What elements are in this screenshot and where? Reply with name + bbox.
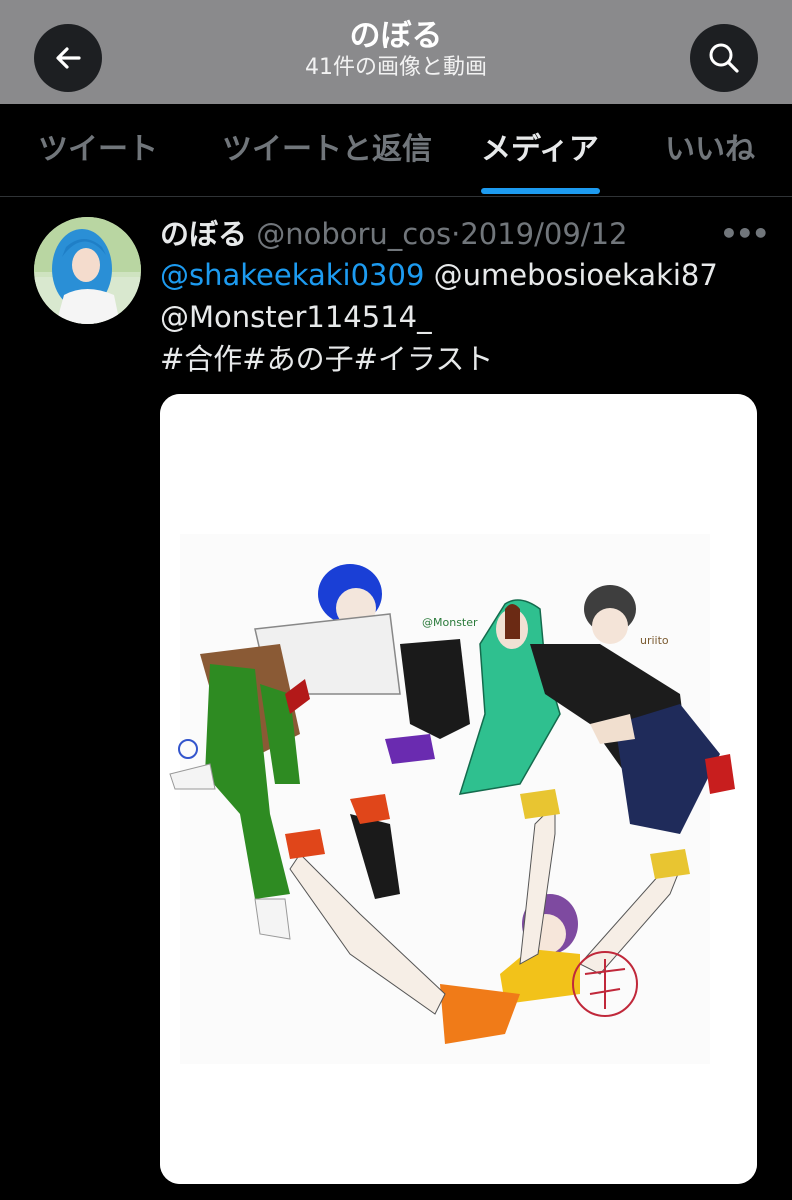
separator: · — [451, 217, 461, 251]
profile-tabs: ツイート ツイートと返信 メディア いいね — [0, 104, 792, 197]
more-icon: ••• — [720, 217, 770, 250]
tweet-text: @shakeekaki0309 @umebosioekaki87 @Monste… — [160, 254, 760, 380]
active-tab-indicator — [481, 188, 600, 194]
tab-tweets[interactable]: ツイート — [38, 104, 158, 196]
author-name[interactable]: のぼる — [160, 217, 247, 251]
mention-link[interactable]: @shakeekaki0309 — [160, 258, 424, 292]
profile-title: のぼる — [349, 18, 443, 54]
tweet-media-image[interactable]: @Monster uriito — [160, 394, 757, 1184]
search-icon — [709, 43, 739, 73]
tab-likes[interactable]: いいね — [665, 104, 755, 196]
signature-left: @Monster — [422, 616, 478, 629]
tab-tweets-and-replies[interactable]: ツイートと返信 — [222, 104, 432, 196]
avatar[interactable] — [34, 217, 141, 324]
mention-text[interactable]: @umebosioekaki87 — [434, 258, 718, 292]
top-bar: のぼる 41件の画像と動画 — [0, 0, 792, 104]
tweet-date[interactable]: 2019/09/12 — [460, 217, 627, 251]
mention-text[interactable]: @Monster114514_ — [160, 300, 432, 334]
search-button[interactable] — [690, 24, 758, 92]
hashtags[interactable]: #合作#あの子#イラスト — [160, 342, 493, 376]
tweet-header: のぼる @noboru_cos·2019/09/12 — [160, 212, 627, 256]
signature-right: uriito — [640, 634, 669, 647]
tab-media[interactable]: メディア — [481, 104, 599, 196]
media-count: 41件の画像と動画 — [305, 55, 487, 80]
author-handle[interactable]: @noboru_cos — [256, 217, 451, 251]
more-button[interactable]: ••• — [720, 216, 770, 252]
